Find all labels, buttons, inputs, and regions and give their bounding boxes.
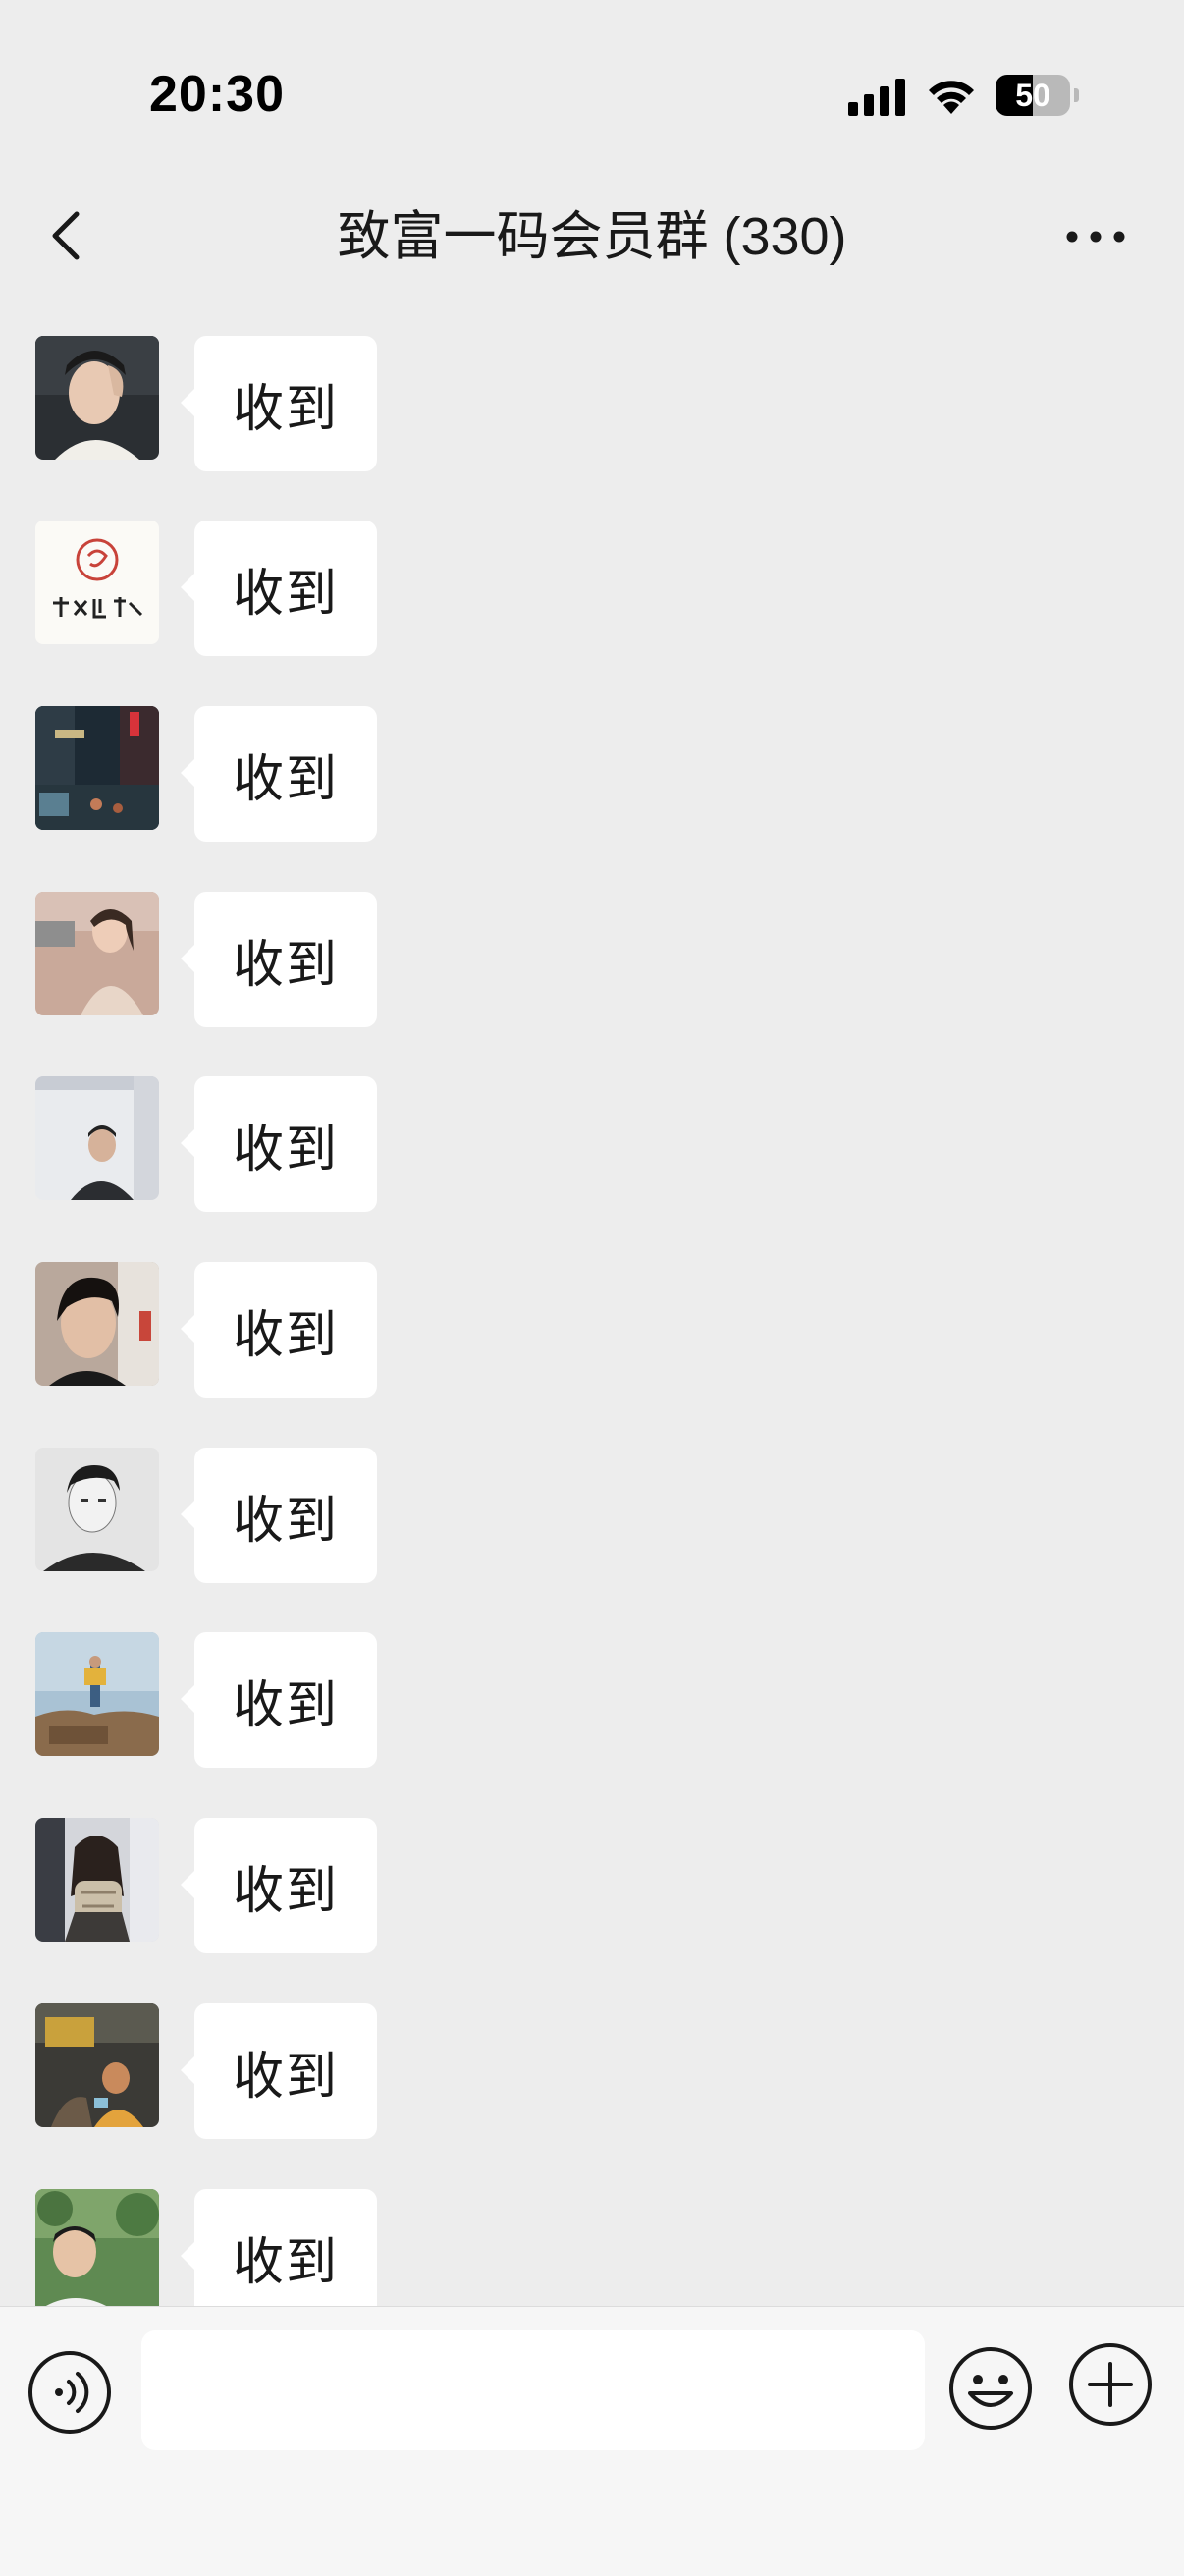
status-bar: 20:30 50 bbox=[0, 0, 1184, 177]
back-button[interactable] bbox=[29, 198, 104, 273]
message-row: 收到 bbox=[0, 1221, 1184, 1398]
message-text: 收到 bbox=[232, 1492, 339, 1550]
plus-circle-icon[interactable] bbox=[1066, 2340, 1155, 2429]
message-row: 收到 bbox=[0, 1962, 1184, 2139]
avatar[interactable] bbox=[35, 892, 159, 1015]
message-row: 收到 bbox=[0, 295, 1184, 471]
battery-level: 50 bbox=[1015, 78, 1050, 113]
more-dots-icon bbox=[1066, 231, 1125, 243]
chat-title: 致富一码会员群 (330) bbox=[337, 207, 847, 266]
message-text: 收到 bbox=[232, 1676, 339, 1734]
avatar[interactable] bbox=[35, 706, 159, 830]
message-text: 收到 bbox=[232, 936, 339, 994]
avatar[interactable] bbox=[35, 521, 159, 644]
message-bubble[interactable]: 收到 bbox=[181, 1632, 377, 1768]
message-bubble[interactable]: 收到 bbox=[181, 336, 377, 471]
message-bubble[interactable]: 收到 bbox=[181, 892, 377, 1027]
message-bubble[interactable]: 收到 bbox=[181, 1448, 377, 1583]
wifi-icon bbox=[929, 81, 974, 114]
message-bubble[interactable]: 收到 bbox=[181, 2189, 377, 2306]
message-bubble[interactable]: 收到 bbox=[181, 1262, 377, 1398]
message-text: 收到 bbox=[232, 565, 339, 623]
message-text: 收到 bbox=[232, 1306, 339, 1364]
message-bubble[interactable]: 收到 bbox=[181, 1818, 377, 1953]
message-row: 收到 bbox=[0, 2148, 1184, 2306]
message-row: 收到 bbox=[0, 1591, 1184, 1768]
message-row: 收到 bbox=[0, 850, 1184, 1027]
battery-body: 50 bbox=[996, 75, 1070, 116]
message-bubble[interactable]: 收到 bbox=[181, 521, 377, 656]
message-bubble[interactable]: 收到 bbox=[181, 1076, 377, 1212]
message-row: 收到 bbox=[0, 479, 1184, 656]
message-row: 收到 bbox=[0, 1035, 1184, 1212]
avatar[interactable] bbox=[35, 1448, 159, 1571]
nav-bar: 致富一码会员群 (330) bbox=[0, 177, 1184, 295]
avatar[interactable] bbox=[35, 1818, 159, 1942]
message-text: 收到 bbox=[232, 750, 339, 808]
avatar[interactable] bbox=[35, 1262, 159, 1386]
message-bubble[interactable]: 收到 bbox=[181, 2003, 377, 2139]
avatar[interactable] bbox=[35, 2189, 159, 2306]
message-bubble[interactable]: 收到 bbox=[181, 706, 377, 842]
message-text: 收到 bbox=[232, 2048, 339, 2106]
status-time: 20:30 bbox=[149, 66, 285, 123]
avatar[interactable] bbox=[35, 1632, 159, 1756]
input-bar bbox=[0, 2306, 1184, 2576]
message-list[interactable]: 收到 收到 收到 收到 收到 收到 收到 收到 收到 收到 收到 bbox=[0, 295, 1184, 2306]
message-row: 收到 bbox=[0, 1777, 1184, 1953]
chevron-left-icon bbox=[52, 211, 80, 260]
emoji-icon[interactable] bbox=[946, 2344, 1035, 2433]
more-button[interactable] bbox=[1056, 202, 1135, 271]
message-input[interactable] bbox=[141, 2330, 925, 2450]
message-text: 收到 bbox=[232, 1862, 339, 1920]
message-text: 收到 bbox=[232, 1121, 339, 1178]
avatar[interactable] bbox=[35, 336, 159, 460]
message-text: 收到 bbox=[232, 380, 339, 438]
avatar[interactable] bbox=[35, 2003, 159, 2127]
message-text: 收到 bbox=[232, 2233, 339, 2291]
voice-icon[interactable] bbox=[26, 2348, 114, 2437]
avatar[interactable] bbox=[35, 1076, 159, 1200]
battery-cap bbox=[1074, 88, 1079, 102]
battery-icon: 50 bbox=[996, 75, 1080, 116]
signal-bars-icon bbox=[848, 79, 905, 116]
message-row: 收到 bbox=[0, 1406, 1184, 1583]
message-row: 收到 bbox=[0, 665, 1184, 842]
